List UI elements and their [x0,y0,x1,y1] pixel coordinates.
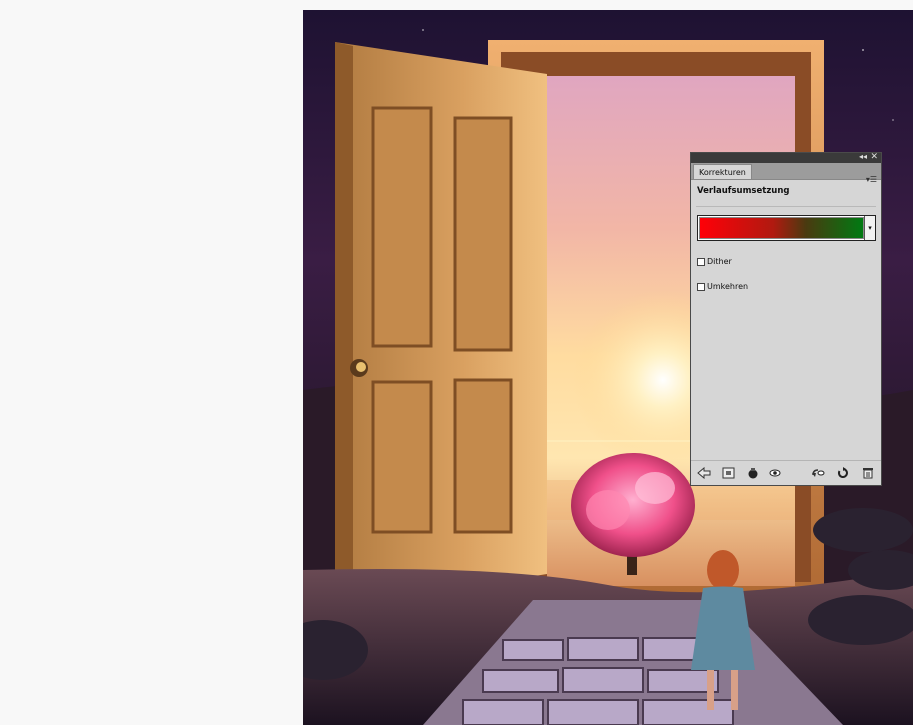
reverse-checkbox[interactable] [697,282,705,291]
panel-title-strip: ◂◂ ✕ [691,152,881,163]
gradient-swatch[interactable] [699,217,864,239]
expanded-view-icon[interactable] [721,466,735,480]
adjustments-panel: ◂◂ ✕ Korrekturen ▾☰ Verlaufsumsetzung ▾ … [690,152,882,486]
reset-icon[interactable] [836,466,850,480]
reverse-option[interactable]: Umkehren [697,282,748,291]
panel-tab-row: Korrekturen ▾☰ [691,163,881,184]
gradient-picker[interactable]: ▾ [697,215,876,241]
tab-korrekturen[interactable]: Korrekturen [693,164,752,179]
panel-bottom-toolbar [691,460,881,485]
close-panel-icon[interactable]: ✕ [870,152,878,162]
visibility-eye-icon[interactable] [768,466,782,480]
trash-icon[interactable] [861,466,875,480]
adjustment-title: Verlaufsumsetzung [697,186,790,196]
divider [696,206,876,207]
dither-option[interactable]: Dither [697,257,732,266]
clip-to-layer-icon[interactable] [746,466,760,480]
back-arrow-icon[interactable] [697,466,711,480]
collapse-panel-icon[interactable]: ◂◂ [859,152,867,162]
dither-label: Dither [707,257,732,266]
dither-checkbox[interactable] [697,257,705,266]
panel-menu-icon[interactable]: ▾☰ [866,174,877,186]
view-previous-state-icon[interactable] [811,466,825,480]
gradient-dropdown-arrow-icon[interactable]: ▾ [864,216,875,240]
reverse-label: Umkehren [707,282,749,291]
